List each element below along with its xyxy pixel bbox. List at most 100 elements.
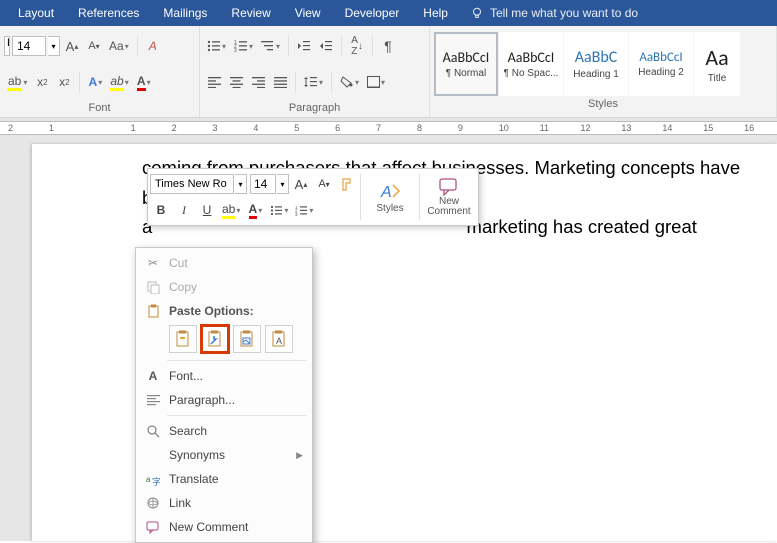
ribbon: Ro 14 ▾ A▴ A▾ Aa▾ A ab▾ x2 x2 A▾ ab▾ A▾ … [0,26,777,118]
mini-styles-button[interactable]: A Styles [363,171,417,223]
style-heading-1[interactable]: AaBbC Heading 1 [564,32,628,96]
chevron-right-icon: ▶ [296,450,303,461]
borders-button[interactable]: ▾ [364,71,388,93]
tell-me-input[interactable]: Tell me what you want to do [490,6,638,20]
mini-toolbar: Times New Ro ▾ 14 ▾ A▴ A▾ B I U ab▾ A▾ ▾… [147,168,479,226]
svg-text:3: 3 [234,48,237,52]
svg-text:A: A [276,336,282,346]
paste-options-row: A [137,323,311,357]
sort-button[interactable]: AZ↓ [347,35,367,57]
numbering-button[interactable]: 123▾ [231,35,256,57]
svg-text:A: A [380,184,392,201]
shrink-font-button[interactable]: A▾ [84,35,104,57]
ctx-cut[interactable]: ✂ Cut [137,251,311,275]
mini-font-name[interactable]: Times New Ro [150,174,234,194]
mini-format-painter[interactable] [336,172,358,196]
font-color-button[interactable]: A▾ [134,71,154,93]
ctx-new-comment[interactable]: New Comment [137,515,311,539]
mini-shrink-font[interactable]: A▾ [313,172,335,196]
mini-underline[interactable]: U [196,198,218,222]
ctx-search[interactable]: Search [137,419,311,443]
ctx-font[interactable]: A Font... [137,364,311,388]
menu-help[interactable]: Help [411,2,460,24]
shading-button[interactable]: ▾ [337,71,362,93]
ctx-copy[interactable]: Copy [137,275,311,299]
lightbulb-icon [470,6,484,20]
increase-indent-button[interactable] [316,35,336,57]
mini-font-size[interactable]: 14 [250,174,276,194]
comment-icon [143,521,163,534]
superscript-button[interactable]: x2 [54,71,74,93]
context-menu: ✂ Cut Copy Paste Options: A A Font... Pa… [135,247,313,543]
ribbon-group-font: Ro 14 ▾ A▴ A▾ Aa▾ A ab▾ x2 x2 A▾ ab▾ A▾ … [0,26,200,117]
menu-layout[interactable]: Layout [6,2,66,24]
mini-bold[interactable]: B [150,198,172,222]
style-title[interactable]: Aa Title [694,32,740,96]
font-size-input[interactable]: 14 [12,36,46,56]
font-name-input[interactable]: Ro [4,36,10,56]
decrease-indent-button[interactable] [294,35,314,57]
highlight-button[interactable]: ab▾ [4,71,30,93]
mini-new-comment-button[interactable]: New Comment [422,171,476,223]
mini-bullets[interactable]: ▾ [267,198,291,222]
menu-view[interactable]: View [283,2,333,24]
mini-new-comment-label: New Comment [422,197,476,218]
mini-italic[interactable]: I [173,198,195,222]
mini-font-size-dropdown[interactable]: ▾ [277,174,289,194]
subscript-button[interactable]: x2 [32,71,52,93]
ctx-paragraph[interactable]: Paragraph... [137,388,311,412]
paste-merge-formatting[interactable] [201,325,229,353]
align-center-button[interactable] [226,71,246,93]
svg-text:字: 字 [152,476,160,486]
ribbon-group-paragraph: ▾ 123▾ ▾ AZ↓ ¶ ▾ ▾ ▾ [200,26,430,117]
change-case-button[interactable]: Aa▾ [106,35,132,57]
scissors-icon: ✂ [143,256,163,270]
clipboard-icon [143,304,163,318]
mini-font-color[interactable]: A▾ [244,198,266,222]
ctx-paste-options-header: Paste Options: [137,299,311,323]
menu-review[interactable]: Review [219,2,282,24]
align-left-button[interactable] [204,71,224,93]
ctx-link[interactable]: Link [137,491,311,515]
style-heading-2[interactable]: AaBbCcI Heading 2 [629,32,693,96]
ctx-translate[interactable]: a字 Translate [137,467,311,491]
mini-highlight[interactable]: ab▾ [219,198,243,222]
bullets-button[interactable]: ▾ [204,35,229,57]
link-icon [143,497,163,509]
styles-group-label: Styles [434,96,772,113]
paste-keep-source-formatting[interactable] [169,325,197,353]
menu-developer[interactable]: Developer [333,2,412,24]
multilevel-list-button[interactable]: ▾ [258,35,283,57]
char-shading-dropdown[interactable]: ab▾ [107,71,131,93]
font-size-dropdown[interactable]: ▾ [48,36,60,56]
justify-button[interactable] [270,71,290,93]
mini-font-name-dropdown[interactable]: ▾ [235,174,247,194]
ruler[interactable]: 2112345678910111213141516 [0,118,777,138]
svg-text:a: a [146,475,151,484]
show-paragraph-marks-button[interactable]: ¶ [378,35,398,57]
style-no-spacing[interactable]: AaBbCcI ¶ No Spac... [499,32,563,96]
mini-styles-label: Styles [376,203,403,214]
styles-gallery[interactable]: AaBbCcI ¶ Normal AaBbCcI ¶ No Spac... Aa… [434,32,772,96]
line-spacing-button[interactable]: ▾ [301,71,326,93]
paste-picture[interactable] [233,325,261,353]
clear-formatting-button[interactable]: A [143,35,163,57]
align-right-button[interactable] [248,71,268,93]
text-effects-button[interactable]: A▾ [85,71,105,93]
translate-icon: a字 [143,473,163,486]
paste-text-only[interactable]: A [265,325,293,353]
ctx-synonyms[interactable]: Synonyms ▶ [137,443,311,467]
copy-icon [143,281,163,294]
menu-references[interactable]: References [66,2,151,24]
mini-grow-font[interactable]: A▴ [290,172,312,196]
font-group-label: Font [4,100,195,117]
paragraph-group-label: Paragraph [204,100,425,117]
menu-mailings[interactable]: Mailings [151,2,219,24]
grow-font-button[interactable]: A▴ [62,35,82,57]
style-normal[interactable]: AaBbCcI ¶ Normal [434,32,498,96]
ribbon-group-styles: AaBbCcI ¶ Normal AaBbCcI ¶ No Spac... Aa… [430,26,777,117]
svg-text:3: 3 [295,212,298,216]
menubar: Layout References Mailings Review View D… [0,0,777,26]
mini-numbering[interactable]: 123▾ [292,198,316,222]
document-area: coming from purchasers that affect busin… [0,138,777,541]
